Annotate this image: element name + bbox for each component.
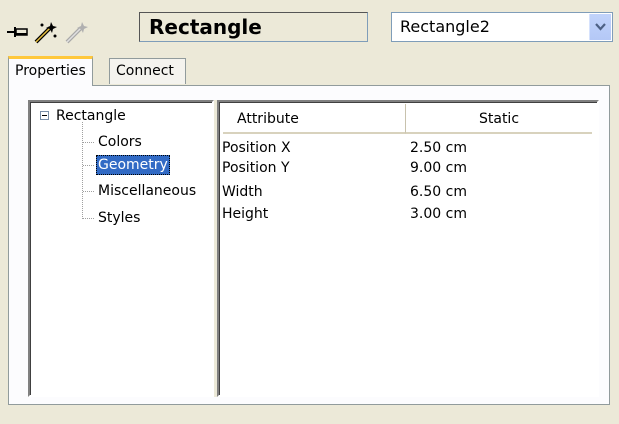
toolbar: Rectangle Rectangle2	[0, 0, 619, 56]
object-select-value: Rectangle2	[400, 17, 490, 36]
attribute-name: Position X	[222, 140, 291, 156]
attribute-name: Height	[222, 206, 269, 222]
tree-item-miscellaneous[interactable]: Miscellaneous	[96, 181, 198, 201]
attribute-value[interactable]: 2.50 cm	[410, 138, 467, 158]
tree-connector	[83, 191, 94, 192]
tree-connector	[83, 165, 94, 166]
chevron-down-icon[interactable]	[589, 14, 611, 40]
attribute-name: Width	[222, 184, 263, 200]
object-title: Rectangle	[139, 12, 368, 42]
collapse-icon[interactable]	[40, 111, 49, 120]
tree-connector	[83, 142, 94, 143]
column-header-static[interactable]: Static	[406, 104, 592, 134]
pin-icon[interactable]	[6, 20, 28, 44]
attribute-value[interactable]: 6.50 cm	[410, 182, 467, 202]
magic-wand-disabled-icon[interactable]	[63, 20, 89, 44]
tree-item-rectangle[interactable]: Rectangle	[56, 106, 126, 126]
tab-properties[interactable]: Properties	[8, 56, 93, 86]
attribute-value[interactable]: 9.00 cm	[410, 158, 467, 178]
tree-item-styles[interactable]: Styles	[96, 208, 142, 228]
tree-connector	[82, 122, 83, 219]
column-header-attribute[interactable]: Attribute	[223, 104, 406, 134]
attribute-name: Position Y	[222, 160, 290, 176]
object-select[interactable]: Rectangle2	[391, 12, 613, 42]
tree-connector	[83, 218, 94, 219]
attribute-value[interactable]: 3.00 cm	[410, 204, 467, 224]
tab-connect[interactable]: Connect	[109, 58, 186, 84]
tree-item-geometry[interactable]: Geometry	[96, 155, 170, 175]
tree-item-colors[interactable]: Colors	[96, 132, 144, 152]
magic-wand-icon[interactable]	[32, 20, 58, 44]
